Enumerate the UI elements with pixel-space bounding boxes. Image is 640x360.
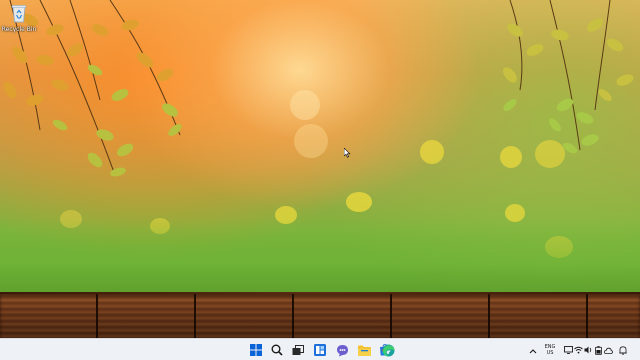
language-indicator[interactable]: ENG US (542, 341, 558, 359)
notification-icon[interactable] (618, 345, 627, 355)
wallpaper-bokeh (0, 220, 640, 292)
task-view-icon[interactable] (290, 342, 306, 358)
desktop-screen: Recycle Bin ENG US (0, 0, 640, 360)
teams-chat-icon[interactable] (334, 342, 350, 358)
wallpaper-bokeh (294, 124, 328, 158)
taskbar: ENG US (0, 338, 640, 360)
wooden-table-surface (0, 294, 640, 338)
wallpaper-bokeh (346, 192, 372, 212)
region-code: US (546, 350, 554, 356)
mouse-cursor-icon (344, 148, 351, 158)
display-icon[interactable] (564, 345, 573, 355)
file-explorer-icon[interactable] (356, 342, 372, 358)
recycle-bin-icon (11, 4, 27, 23)
search-icon[interactable] (269, 342, 285, 358)
recycle-bin-label: Recycle Bin (1, 26, 37, 33)
wallpaper-bokeh (420, 140, 444, 164)
battery-icon[interactable] (594, 345, 603, 355)
widgets-icon[interactable] (312, 342, 328, 358)
chevron-up-icon[interactable] (528, 346, 537, 356)
hanging-leaves-right (503, 0, 634, 154)
cloud-icon[interactable] (604, 345, 613, 355)
desktop-wallpaper (0, 0, 640, 338)
windows-start-icon[interactable] (248, 342, 264, 358)
wifi-icon[interactable] (574, 345, 583, 355)
edge-browser-icon[interactable] (380, 342, 396, 358)
recycle-bin-desktop-icon[interactable]: Recycle Bin (2, 4, 36, 38)
volume-icon[interactable] (584, 345, 593, 355)
wallpaper-bokeh (290, 90, 320, 120)
